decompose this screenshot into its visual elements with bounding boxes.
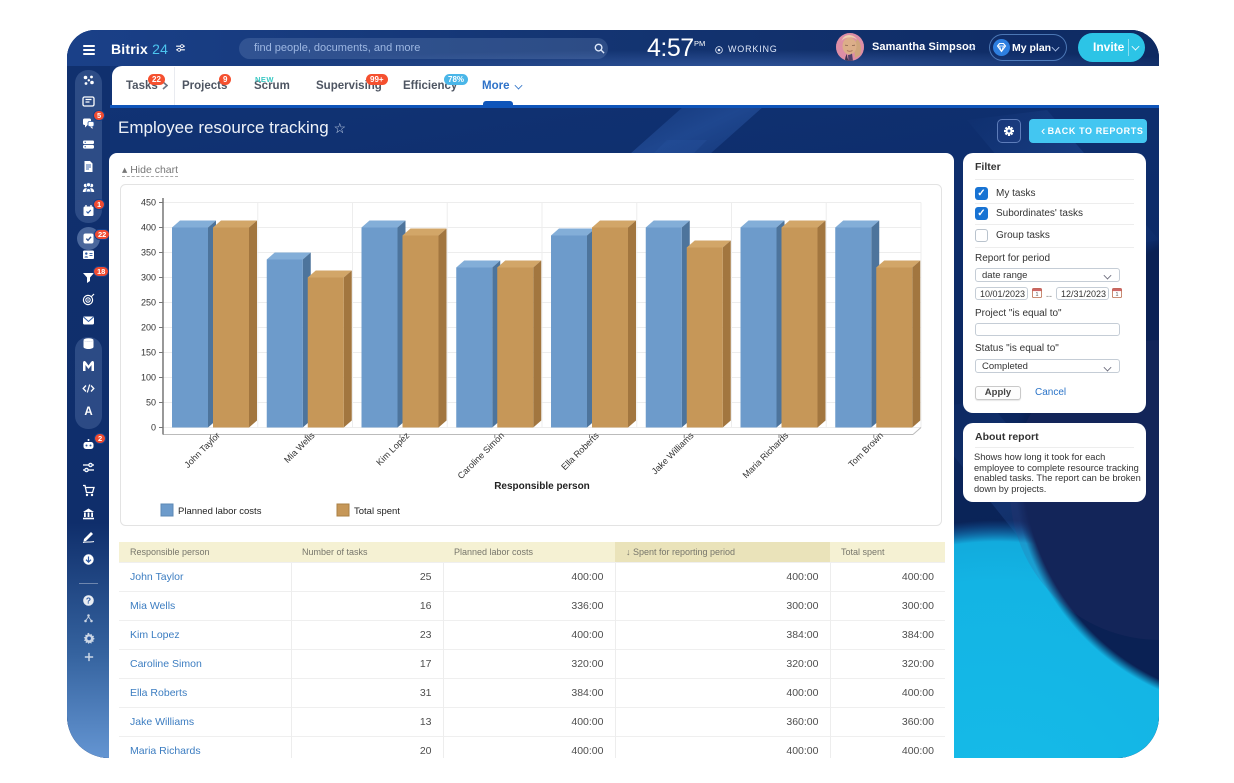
svg-text:300: 300: [141, 273, 156, 283]
svg-text:A: A: [84, 406, 92, 417]
svg-text:1: 1: [1036, 292, 1039, 298]
svg-text:Planned labor costs: Planned labor costs: [178, 506, 262, 517]
svg-text:450: 450: [141, 198, 156, 208]
svg-text:?: ?: [86, 596, 91, 606]
svg-text:150: 150: [141, 348, 156, 358]
svg-text:Responsible person: Responsible person: [494, 481, 590, 492]
svg-text:1: 1: [1116, 292, 1119, 298]
svg-text:100: 100: [141, 373, 156, 383]
svg-text:250: 250: [141, 298, 156, 308]
svg-text:Total spent: Total spent: [354, 506, 400, 517]
svg-text:350: 350: [141, 248, 156, 258]
svg-text:200: 200: [141, 323, 156, 333]
svg-text:0: 0: [151, 423, 156, 433]
svg-text:50: 50: [146, 398, 156, 408]
svg-text:400: 400: [141, 223, 156, 233]
